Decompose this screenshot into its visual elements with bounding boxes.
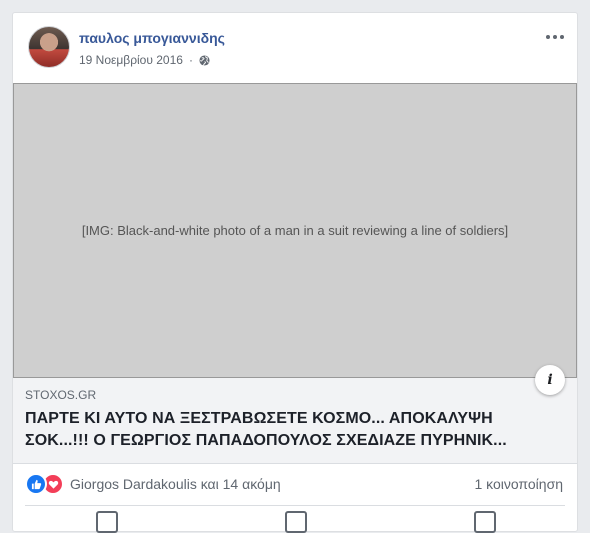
- link-preview-image[interactable]: [IMG: Black-and-white photo of a man in …: [13, 83, 577, 378]
- link-headline[interactable]: ΠΑΡΤΕ ΚΙ ΑΥΤΟ ΝΑ ΞΕΣΤΡΑΒΩΣΕΤΕ ΚΟΣΜΟ... Α…: [25, 408, 565, 452]
- post-meta: 19 Νοεμβρίου 2016 ·: [79, 53, 210, 67]
- post-card: παυλος μπογιαννιδης 19 Νοεμβρίου 2016 · …: [12, 12, 578, 533]
- globe-icon[interactable]: [199, 54, 210, 66]
- link-domain: STOXOS.GR: [25, 388, 97, 402]
- shares-count[interactable]: 1 κοινοποίηση: [474, 476, 563, 492]
- author-name[interactable]: παυλος μπογιαννιδης: [79, 30, 225, 46]
- like-icon: [25, 473, 47, 495]
- share-button[interactable]: [395, 511, 575, 533]
- post-actions: [13, 511, 577, 533]
- divider: [25, 505, 565, 506]
- meta-separator: ·: [188, 53, 193, 67]
- reactions-summary[interactable]: Giorgos Dardakoulis και 14 ακόμη: [25, 473, 281, 495]
- author-avatar[interactable]: [28, 26, 70, 68]
- reactions-text[interactable]: Giorgos Dardakoulis και 14 ακόμη: [70, 476, 281, 492]
- post-date[interactable]: 19 Νοεμβρίου 2016: [79, 53, 183, 67]
- post-header: παυλος μπογιαννιδης 19 Νοεμβρίου 2016 ·: [13, 13, 577, 83]
- comment-button[interactable]: [206, 511, 386, 533]
- link-preview[interactable]: STOXOS.GR ΠΑΡΤΕ ΚΙ ΑΥΤΟ ΝΑ ΞΕΣΤΡΑΒΩΣΕΤΕ …: [13, 378, 577, 464]
- info-icon[interactable]: i: [535, 365, 565, 395]
- like-button[interactable]: [17, 511, 197, 533]
- more-options-icon[interactable]: [543, 27, 567, 47]
